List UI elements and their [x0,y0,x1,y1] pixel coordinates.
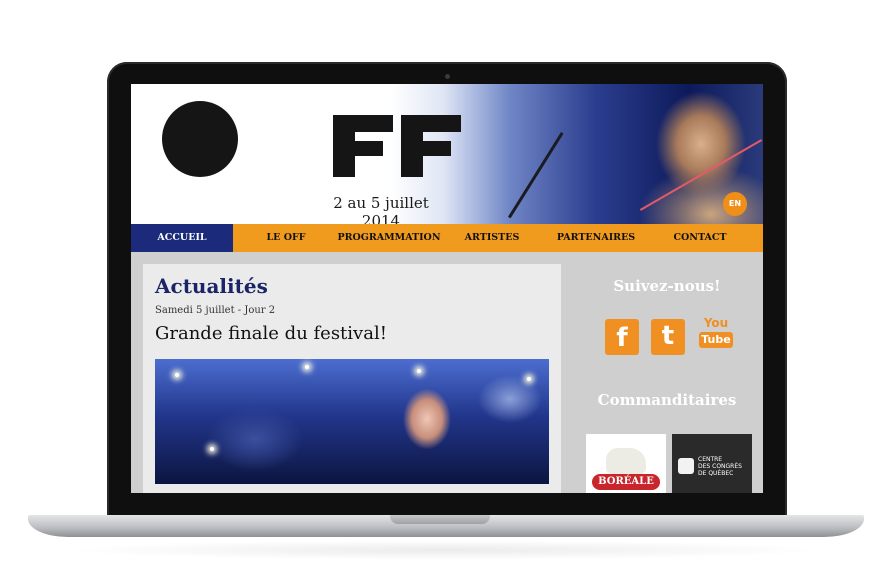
nav-item-le-off[interactable]: LE OFF [241,224,331,252]
nav-item-artistes[interactable]: ARTISTES [447,224,537,252]
sponsor-line-3: DE QUÉBEC [698,470,734,477]
logo-ff[interactable] [333,115,461,177]
sidebar: Suivez-nous! f t You Tube Commanditaires… [571,264,763,493]
news-section-title: Actualités [155,274,268,298]
centre-congres-logo-icon [678,458,694,474]
sponsor-boreale[interactable]: BORÉALE [586,434,666,493]
laptop-shadow [60,540,830,560]
sponsors-heading: Commanditaires [597,391,737,409]
facebook-icon[interactable]: f [605,319,639,355]
nav-item-partenaires[interactable]: PARTENAIRES [537,224,655,252]
browser-screen: 2 au 5 juillet 2014 EN ACCUEIL LE OFF PR… [131,84,763,493]
youtube-icon[interactable]: You Tube [699,316,733,356]
nav-item-programmation[interactable]: PROGRAMMATION [331,224,447,252]
news-date: Samedi 5 juillet - Jour 2 [155,305,276,316]
news-panel: Actualités Samedi 5 juillet - Jour 2 Gra… [143,264,561,493]
sponsor-boreale-label: BORÉALE [592,474,660,490]
sponsor-line-1: CENTRE [698,456,723,463]
logo-circle[interactable] [162,101,238,177]
laptop-notch [390,515,490,524]
news-crowd-photo[interactable] [155,359,549,484]
news-headline[interactable]: Grande finale du festival! [155,323,387,344]
sponsor-line-2: DES CONGRÈS [698,463,742,470]
nav-item-accueil[interactable]: ACCUEIL [131,224,233,252]
polar-bear-icon [606,448,646,474]
follow-us-heading: Suivez-nous! [613,277,721,295]
language-toggle-button[interactable]: EN [723,192,747,216]
webcam [445,74,450,79]
site-header: 2 au 5 juillet 2014 EN [131,84,763,230]
sponsor-centre-congres[interactable]: CENTRE DES CONGRÈS DE QUÉBEC [672,434,752,493]
twitter-icon[interactable]: t [651,319,685,355]
main-nav: ACCUEIL LE OFF PROGRAMMATION ARTISTES PA… [131,224,763,252]
nav-item-contact[interactable]: CONTACT [655,224,745,252]
